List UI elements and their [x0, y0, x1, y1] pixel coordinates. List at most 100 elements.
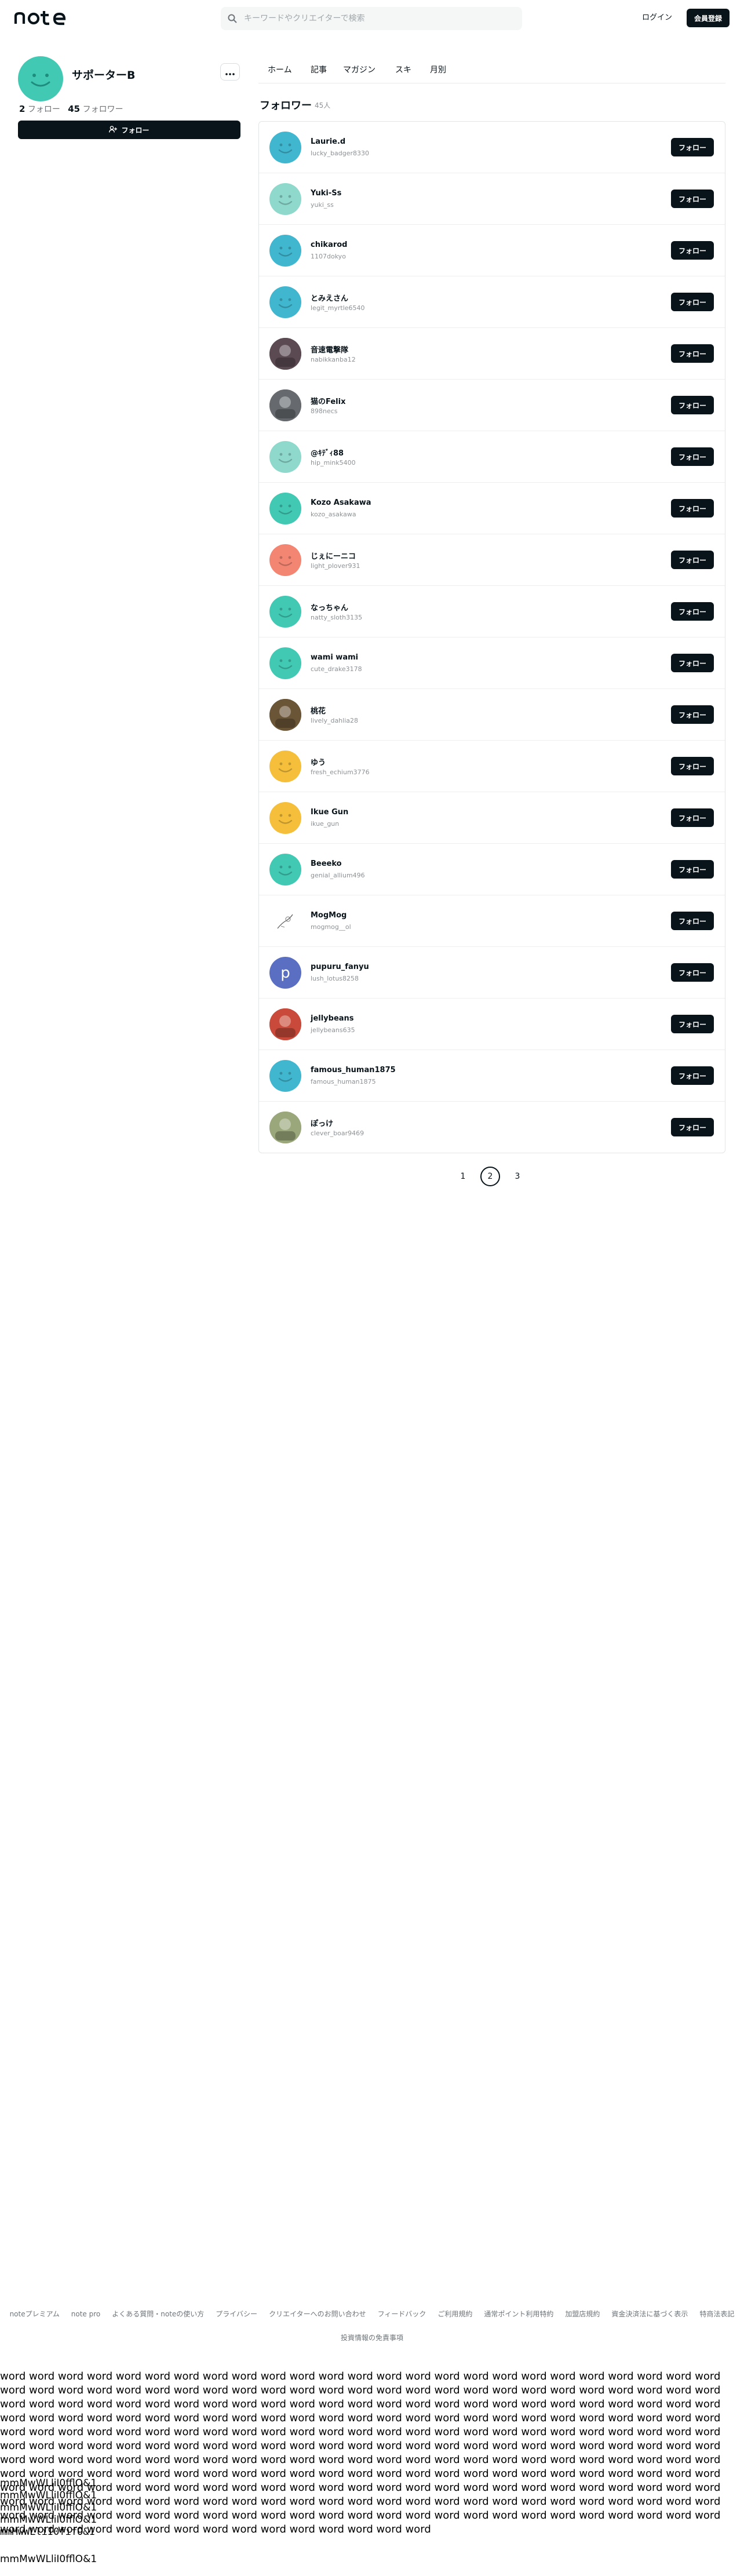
follower-row[interactable]: Ikue Gun ikue_gun フォロー	[259, 792, 725, 844]
follower-name[interactable]: 猫のFelix	[311, 395, 345, 406]
follow-button[interactable]: フォロー	[671, 1015, 714, 1033]
follow-button[interactable]: フォロー	[671, 602, 714, 621]
footer-link[interactable]: クリエイターへのお問い合わせ	[269, 2310, 366, 2318]
follow-button[interactable]: フォロー	[671, 499, 714, 518]
follower-avatar[interactable]	[269, 286, 301, 318]
follower-avatar[interactable]	[269, 183, 301, 215]
follower-name[interactable]: 桃花	[311, 705, 326, 716]
follower-avatar[interactable]: p	[269, 957, 301, 989]
follower-row[interactable]: ゆう fresh_echium3776 フォロー	[259, 741, 725, 792]
footer-link[interactable]: よくある質問・noteの使い方	[112, 2310, 204, 2318]
follow-button[interactable]: フォロー	[671, 654, 714, 672]
follower-row[interactable]: p pupuru_fanyu lush_lotus8258 フォロー	[259, 947, 725, 999]
follower-name[interactable]: @ｷﾃﾞｨ88	[311, 447, 344, 458]
follower-row[interactable]: MogMog mogmog__ol フォロー	[259, 895, 725, 947]
follower-name[interactable]: pupuru_fanyu	[311, 963, 369, 971]
follower-row[interactable]: famous_human1875 famous_human1875 フォロー	[259, 1050, 725, 1102]
follow-button[interactable]: フォロー	[671, 912, 714, 930]
footer-link[interactable]: 特商法表記	[699, 2310, 734, 2318]
follower-avatar[interactable]	[269, 1112, 301, 1143]
follower-row[interactable]: Yuki-Ss yuki_ss フォロー	[259, 173, 725, 225]
follower-name[interactable]: ゆう	[311, 756, 326, 767]
follow-button[interactable]: フォロー	[671, 808, 714, 827]
follow-button[interactable]: フォロー	[671, 293, 714, 311]
tab-articles[interactable]: 記事	[311, 64, 327, 75]
follower-avatar[interactable]	[269, 647, 301, 679]
footer-link[interactable]: フィードバック	[378, 2310, 426, 2318]
follower-row[interactable]: じぇにーニコ light_plover931 フォロー	[259, 534, 725, 586]
follower-name[interactable]: jellybeans	[311, 1014, 354, 1023]
follow-button[interactable]: フォロー	[671, 344, 714, 363]
follower-avatar[interactable]	[269, 1060, 301, 1092]
follower-row[interactable]: Laurie.d lucky_badger8330 フォロー	[259, 122, 725, 173]
follower-row[interactable]: ぽっけ clever_boar9469 フォロー	[259, 1102, 725, 1153]
follow-count-label[interactable]: フォロー	[28, 105, 60, 114]
follower-name[interactable]: とみえさん	[311, 292, 348, 303]
footer-link[interactable]: 加盟店規約	[565, 2310, 600, 2318]
follower-name[interactable]: Yuki-Ss	[311, 189, 341, 198]
follow-button[interactable]: フォロー	[671, 138, 714, 156]
tab-magazine[interactable]: マガジン	[343, 64, 375, 75]
follower-row[interactable]: @ｷﾃﾞｨ88 hip_mink5400 フォロー	[259, 431, 725, 483]
signup-button[interactable]: 会員登録	[687, 9, 730, 27]
follower-row[interactable]: Beeeko genial_allium496 フォロー	[259, 844, 725, 895]
follower-avatar[interactable]	[269, 493, 301, 524]
follower-avatar[interactable]	[269, 1008, 301, 1040]
more-options-button[interactable]	[220, 63, 240, 81]
footer-link[interactable]: noteプレミアム	[10, 2310, 60, 2318]
tab-monthly[interactable]: 月別	[430, 64, 446, 75]
footer-link[interactable]: note pro	[71, 2310, 100, 2318]
search-input[interactable]	[244, 14, 522, 23]
follower-avatar[interactable]	[269, 338, 301, 370]
follower-avatar[interactable]	[269, 699, 301, 731]
follower-name[interactable]: famous_human1875	[311, 1066, 396, 1074]
footer-link[interactable]: プライバシー	[216, 2310, 257, 2318]
follower-avatar[interactable]	[269, 235, 301, 267]
follow-button[interactable]: フォロー	[671, 1118, 714, 1136]
follower-avatar[interactable]	[269, 544, 301, 576]
follow-button[interactable]: フォロー	[671, 190, 714, 208]
follower-row[interactable]: chikarod 1107dokyo フォロー	[259, 225, 725, 276]
note-logo[interactable]	[14, 9, 71, 30]
follow-button[interactable]: フォロー	[671, 705, 714, 724]
page-2-current[interactable]: 2	[480, 1167, 500, 1186]
follower-name[interactable]: MogMog	[311, 911, 347, 920]
follower-avatar[interactable]	[269, 596, 301, 628]
follow-button[interactable]: フォロー	[671, 860, 714, 879]
follower-name[interactable]: じぇにーニコ	[311, 550, 356, 561]
follower-count-label[interactable]: フォロワー	[83, 105, 123, 114]
tab-home[interactable]: ホーム	[268, 64, 292, 75]
follower-row[interactable]: wami wami cute_drake3178 フォロー	[259, 637, 725, 689]
follower-avatar[interactable]	[269, 441, 301, 473]
footer-disclaimer-link[interactable]: 投資情報の免責事項	[0, 2333, 744, 2342]
follower-avatar[interactable]	[269, 389, 301, 421]
login-link[interactable]: ログイン	[642, 11, 672, 22]
footer-link[interactable]: 資金決済法に基づく表示	[611, 2310, 688, 2318]
tab-likes[interactable]: スキ	[395, 64, 411, 75]
follower-name[interactable]: 音速電撃隊	[311, 344, 348, 355]
follow-button[interactable]: フォロー	[671, 1066, 714, 1085]
page-3[interactable]: 3	[508, 1167, 527, 1186]
follow-button[interactable]: フォロー	[671, 551, 714, 569]
follower-row[interactable]: Kozo Asakawa kozo_asakawa フォロー	[259, 483, 725, 534]
follower-row[interactable]: とみえさん legit_myrtle6540 フォロー	[259, 276, 725, 328]
search-bar[interactable]	[221, 7, 522, 30]
page-1[interactable]: 1	[453, 1167, 473, 1186]
follower-name[interactable]: Ikue Gun	[311, 808, 348, 817]
follow-button[interactable]: フォロー	[671, 241, 714, 260]
profile-follow-button[interactable]: フォロー	[18, 121, 240, 139]
follower-avatar[interactable]	[269, 905, 301, 937]
follow-button[interactable]: フォロー	[671, 963, 714, 982]
follower-avatar[interactable]	[269, 750, 301, 782]
follower-row[interactable]: jellybeans jellybeans635 フォロー	[259, 999, 725, 1050]
follow-button[interactable]: フォロー	[671, 447, 714, 466]
follower-name[interactable]: Beeeko	[311, 859, 342, 868]
follower-row[interactable]: なっちゃん natty_sloth3135 フォロー	[259, 586, 725, 637]
follower-avatar[interactable]	[269, 854, 301, 886]
follow-button[interactable]: フォロー	[671, 757, 714, 775]
follower-name[interactable]: ぽっけ	[311, 1117, 333, 1128]
follower-name[interactable]: Laurie.d	[311, 137, 345, 146]
footer-link[interactable]: 通常ポイント利用特約	[484, 2310, 553, 2318]
follower-row[interactable]: 音速電撃隊 nabikkanba12 フォロー	[259, 328, 725, 380]
follower-row[interactable]: 猫のFelix 898necs フォロー	[259, 380, 725, 431]
